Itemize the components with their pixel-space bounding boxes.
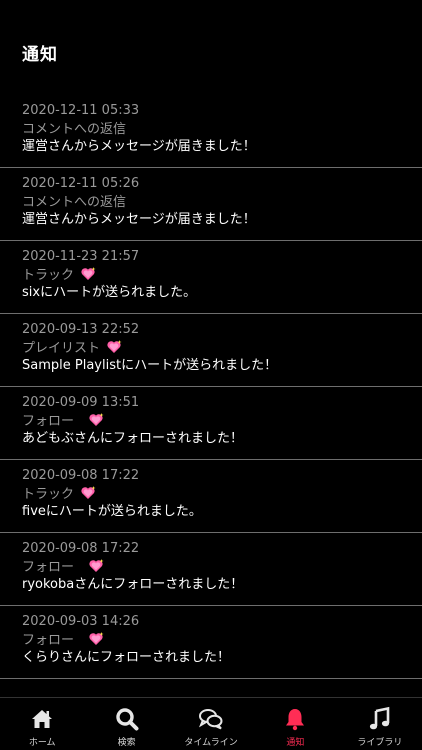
notification-message: ryokobaさんにフォローされました！ — [22, 577, 244, 592]
tab-bar: ホーム 検索 タイムライン 通知 ライブラリ — [0, 697, 422, 750]
bell-icon — [286, 709, 305, 731]
tab-home[interactable]: ホーム — [0, 698, 84, 750]
notification-date: 2020-11-23 21:57 — [22, 249, 140, 264]
sparkling-heart-icon — [80, 266, 96, 282]
home-icon — [32, 710, 53, 728]
tab-timeline-label: タイムライン — [184, 738, 238, 748]
search-icon — [115, 708, 139, 731]
notification-date: 2020-12-11 05:26 — [22, 176, 140, 191]
notification-date: 2020-09-08 17:22 — [22, 541, 140, 556]
page-title: 通知 — [22, 45, 58, 65]
notification-message: くらりさんにフォローされました！ — [22, 650, 231, 665]
notification-date: 2020-09-03 14:26 — [22, 614, 140, 629]
notification-item[interactable]: 2020-11-23 21:57 トラック sixにハートが送られました。 — [0, 241, 422, 314]
tab-library-label: ライブラリ — [357, 738, 403, 748]
notification-date: 2020-09-13 22:52 — [22, 322, 140, 337]
tab-search[interactable]: 検索 — [84, 698, 168, 750]
notification-item[interactable]: 2020-12-11 05:33 コメントへの返信 運営さんからメッセージが届き… — [0, 95, 422, 168]
notification-message: あどもぶさんにフォローされました！ — [22, 431, 244, 446]
tab-notifications-label: 通知 — [286, 738, 305, 748]
sparkling-heart-icon — [88, 412, 104, 428]
notification-item[interactable]: 2020-09-08 17:22 トラック fiveにハートが送られました。 — [0, 460, 422, 533]
notification-message: Sample Playlistにハートが送られました！ — [22, 358, 278, 373]
header: 通知 — [0, 0, 422, 88]
tab-notifications[interactable]: 通知 — [253, 698, 337, 750]
notification-item[interactable]: 2020-12-11 05:26 コメントへの返信 運営さんからメッセージが届き… — [0, 168, 422, 241]
chat-icon — [199, 709, 223, 730]
notification-message: fiveにハートが送られました。 — [22, 504, 202, 519]
tab-library[interactable]: ライブラリ — [338, 698, 422, 750]
tab-search-label: 検索 — [117, 738, 136, 748]
notification-item[interactable]: 2020-09-03 14:26 フォロー くらりさんにフォローされました！ — [0, 606, 422, 679]
sparkling-heart-icon — [80, 485, 96, 501]
notification-message: 運営さんからメッセージが届きました！ — [22, 139, 256, 154]
tab-timeline[interactable]: タイムライン — [169, 698, 253, 750]
notification-item[interactable]: 2020-09-09 13:51 フォロー あどもぶさんにフォローされました！ — [0, 387, 422, 460]
notification-date: 2020-09-08 17:22 — [22, 468, 140, 483]
notification-item[interactable]: 2020-09-13 22:52 プレイリスト Sample Playlistに… — [0, 314, 422, 387]
notification-message: 運営さんからメッセージが届きました！ — [22, 212, 256, 227]
sparkling-heart-icon — [88, 631, 104, 647]
notification-item[interactable]: 2020-09-08 17:22 フォロー ryokobaさんにフォローされまし… — [0, 533, 422, 606]
notification-message: sixにハートが送られました。 — [22, 285, 197, 300]
notification-date: 2020-09-09 13:51 — [22, 395, 140, 410]
notification-date: 2020-12-11 05:33 — [22, 103, 140, 118]
tab-home-label: ホーム — [28, 738, 56, 748]
sparkling-heart-icon — [106, 339, 122, 355]
notification-list[interactable]: 2020-12-11 05:33 コメントへの返信 運営さんからメッセージが届き… — [0, 95, 422, 679]
sparkling-heart-icon — [88, 558, 104, 574]
music-icon — [369, 706, 390, 730]
